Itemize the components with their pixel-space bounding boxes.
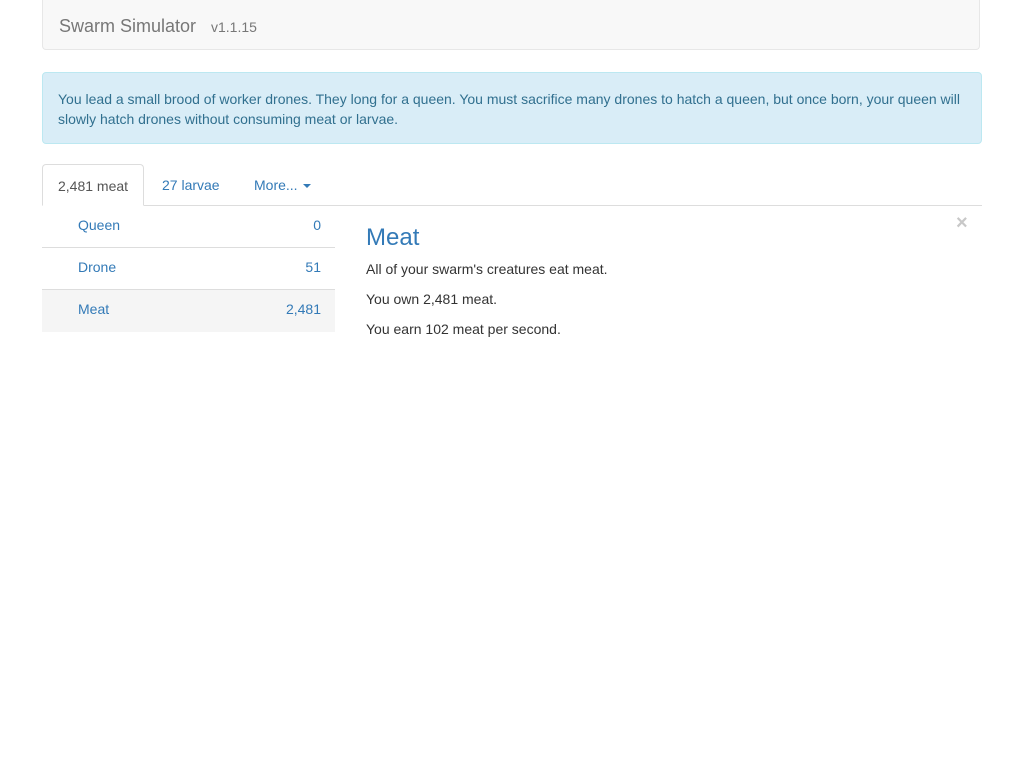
tab-larvae[interactable]: 27 larvae — [147, 164, 235, 206]
resource-tabs: 2,481 meat 27 larvae More... — [42, 164, 982, 206]
unit-name: Meat — [78, 301, 110, 317]
tab-more-label: More... — [254, 177, 298, 193]
intro-alert: You lead a small brood of worker drones.… — [42, 72, 982, 144]
tab-larvae-label: 27 larvae — [162, 177, 220, 193]
unit-count: 0 — [313, 217, 321, 233]
unit-count: 51 — [305, 259, 321, 275]
tab-more-dropdown[interactable]: More... — [239, 164, 326, 206]
unit-detail-panel: Meat All of your swarm's creatures eat m… — [366, 224, 982, 350]
detail-owned: You own 2,481 meat. — [366, 291, 498, 307]
unit-row-queen[interactable]: Queen 0 — [42, 206, 335, 248]
unit-name: Drone — [78, 259, 117, 275]
tab-meat-label: 2,481 meat — [58, 178, 129, 194]
version-label: v1.1.15 — [211, 19, 257, 35]
unit-count: 2,481 — [285, 301, 321, 317]
detail-rate: You earn 102 meat per second. — [366, 321, 561, 337]
close-icon[interactable]: × — [956, 213, 968, 233]
app-title[interactable]: Swarm Simulator — [59, 16, 196, 36]
tab-meat[interactable]: 2,481 meat — [42, 164, 145, 206]
unit-row-meat[interactable]: Meat 2,481 — [42, 290, 335, 332]
unit-list: Queen 0 Drone 51 Meat 2,481 — [42, 206, 335, 332]
unit-row-drone[interactable]: Drone 51 — [42, 248, 335, 290]
detail-description: All of your swarm's creatures eat meat. — [366, 261, 608, 277]
detail-title: Meat — [366, 224, 420, 251]
unit-name: Queen — [78, 217, 121, 233]
navbar: Swarm Simulator v1.1.15 — [42, 0, 980, 50]
caret-down-icon — [302, 184, 311, 189]
